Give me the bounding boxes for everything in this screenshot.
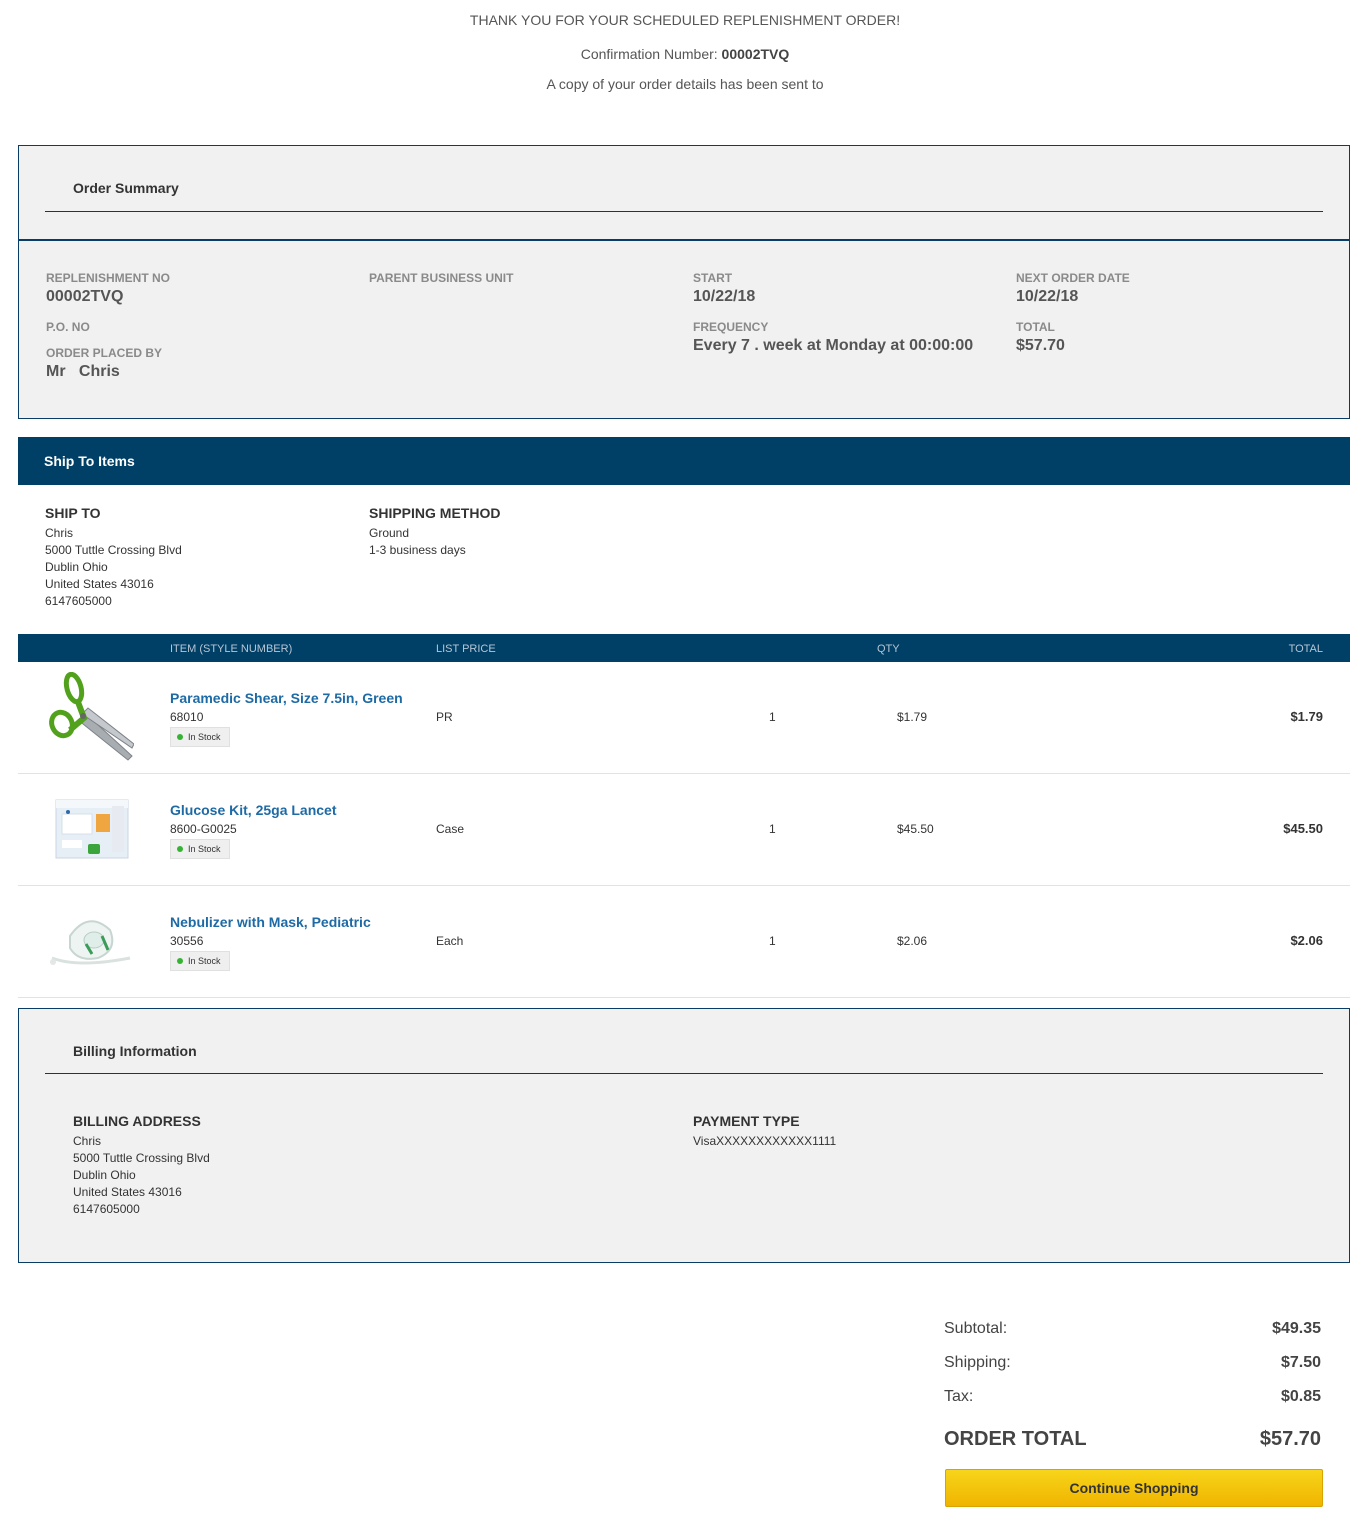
ship-to-city: Dublin Ohio <box>45 560 108 574</box>
po-no-label: P.O. NO <box>46 320 90 334</box>
thank-you-message: THANK YOU FOR YOUR SCHEDULED REPLENISHME… <box>469 12 901 28</box>
confirmation-label: Confirmation Number: <box>580 46 722 62</box>
item-unit: Each <box>436 934 464 948</box>
order-placed-by-value: Mr Chris <box>46 363 120 380</box>
total-value: $57.70 <box>1016 337 1065 354</box>
ship-to-phone: 6147605000 <box>45 594 112 608</box>
order-placed-by-label: ORDER PLACED BY <box>46 346 163 360</box>
item-total: $45.50 <box>1283 821 1323 836</box>
item-qty: 1 <box>769 822 776 836</box>
copy-sent-message: A copy of your order details has been se… <box>546 76 824 92</box>
frequency-label: FREQUENCY <box>693 320 769 334</box>
shipping-method-time: 1-3 business days <box>369 543 466 557</box>
stock-label: In Stock <box>188 844 221 854</box>
next-order-date-value: 10/22/18 <box>1016 288 1079 305</box>
billing-information-panel: Billing Information BILLING ADDRESS Chri… <box>18 1008 1350 1263</box>
item-qty: 1 <box>769 934 776 948</box>
tax-value: $0.85 <box>1280 1388 1321 1405</box>
ship-to-country: United States 43016 <box>45 577 154 591</box>
subtotal-label: Subtotal: <box>944 1320 1008 1337</box>
payment-type-value: VisaXXXXXXXXXXXX1111 <box>693 1134 837 1148</box>
item-unit: Case <box>436 822 465 836</box>
billing-information-title: Billing Information <box>73 1043 197 1059</box>
order-total-value: $57.70 <box>1259 1428 1321 1450</box>
item-price: $2.06 <box>897 934 928 948</box>
in-stock-badge: In Stock <box>170 727 230 747</box>
stock-label: In Stock <box>188 732 221 742</box>
order-summary-header: Order Summary <box>18 145 1350 240</box>
shipping-method-name: Ground <box>369 526 410 540</box>
item-name-link[interactable]: Glucose Kit, 25ga Lancet <box>170 802 337 818</box>
glucose-kit-image[interactable] <box>48 784 134 874</box>
in-stock-badge: In Stock <box>170 951 230 971</box>
shipping-method-heading: SHIPPING METHOD <box>369 505 501 521</box>
subtotal-value: $49.35 <box>1272 1320 1321 1337</box>
ship-to-street: 5000 Tuttle Crossing Blvd <box>45 543 182 557</box>
next-order-date-label: NEXT ORDER DATE <box>1016 271 1130 285</box>
replenishment-no-value: 00002TVQ <box>46 288 124 305</box>
item-qty: 1 <box>769 710 776 724</box>
scissors-image[interactable] <box>48 671 135 762</box>
item-unit: PR <box>436 710 453 724</box>
order-total-label: ORDER TOTAL <box>944 1428 1087 1450</box>
billing-address-heading: BILLING ADDRESS <box>73 1113 201 1129</box>
billing-city: Dublin Ohio <box>73 1168 136 1182</box>
item-sku: 30556 <box>170 934 204 948</box>
confirmation-number: 00002TVQ <box>721 46 790 62</box>
payment-type-heading: PAYMENT TYPE <box>693 1113 800 1129</box>
tax-label: Tax: <box>944 1388 974 1405</box>
start-value: 10/22/18 <box>693 288 756 305</box>
items-table-header: ITEM (STYLE NUMBER) LIST PRICE QTY TOTAL <box>18 634 1350 662</box>
column-list-price: LIST PRICE <box>436 643 496 655</box>
billing-phone: 6147605000 <box>73 1202 140 1216</box>
ship-to-name: Chris <box>45 526 74 540</box>
start-label: START <box>693 271 733 285</box>
column-qty: QTY <box>877 643 900 655</box>
parent-business-unit-label: PARENT BUSINESS UNIT <box>369 271 514 285</box>
column-item: ITEM (STYLE NUMBER) <box>170 643 293 655</box>
table-row: Nebulizer with Mask, Pediatric 30556 In … <box>18 886 1350 998</box>
ship-to-heading: SHIP TO <box>45 505 101 521</box>
frequency-value: Every 7 . week at Monday at 00:00:00 <box>693 337 974 354</box>
replenishment-no-label: REPLENISHMENT NO <box>46 271 171 285</box>
item-total: $1.79 <box>1290 709 1323 724</box>
item-sku: 68010 <box>170 710 204 724</box>
table-row: Glucose Kit, 25ga Lancet 8600-G0025 In S… <box>18 774 1350 886</box>
ship-to-items-bar: Ship To Items <box>18 437 1350 485</box>
billing-street: 5000 Tuttle Crossing Blvd <box>73 1151 210 1165</box>
in-stock-badge: In Stock <box>170 839 230 859</box>
stock-label: In Stock <box>188 956 221 966</box>
order-summary-divider <box>45 211 1323 212</box>
billing-country: United States 43016 <box>73 1185 182 1199</box>
confirmation-line: Confirmation Number: 00002TVQ <box>0 46 1370 62</box>
status-dot-icon <box>177 957 183 964</box>
item-name-link[interactable]: Nebulizer with Mask, Pediatric <box>170 914 371 930</box>
item-total: $2.06 <box>1290 933 1323 948</box>
item-name-link[interactable]: Paramedic Shear, Size 7.5in, Green <box>170 690 403 706</box>
order-summary-body: REPLENISHMENT NO 00002TVQ P.O. NO ORDER … <box>18 240 1350 419</box>
shipping-value: $7.50 <box>1280 1354 1321 1371</box>
nebulizer-mask-image[interactable] <box>48 896 134 986</box>
billing-divider <box>45 1073 1323 1074</box>
ship-to-items-title: Ship To Items <box>44 453 135 469</box>
billing-name: Chris <box>73 1134 102 1148</box>
status-dot-icon <box>177 845 183 852</box>
item-price: $1.79 <box>897 710 928 724</box>
item-price: $45.50 <box>897 822 934 836</box>
shipping-label: Shipping: <box>944 1354 1011 1371</box>
order-summary-title: Order Summary <box>73 180 179 196</box>
table-row: Paramedic Shear, Size 7.5in, Green 68010… <box>18 662 1350 774</box>
total-label: TOTAL <box>1016 320 1055 334</box>
status-dot-icon <box>177 733 183 740</box>
column-total: TOTAL <box>1288 643 1323 655</box>
continue-shopping-button[interactable]: Continue Shopping <box>945 1469 1323 1507</box>
item-sku: 8600-G0025 <box>170 822 237 836</box>
